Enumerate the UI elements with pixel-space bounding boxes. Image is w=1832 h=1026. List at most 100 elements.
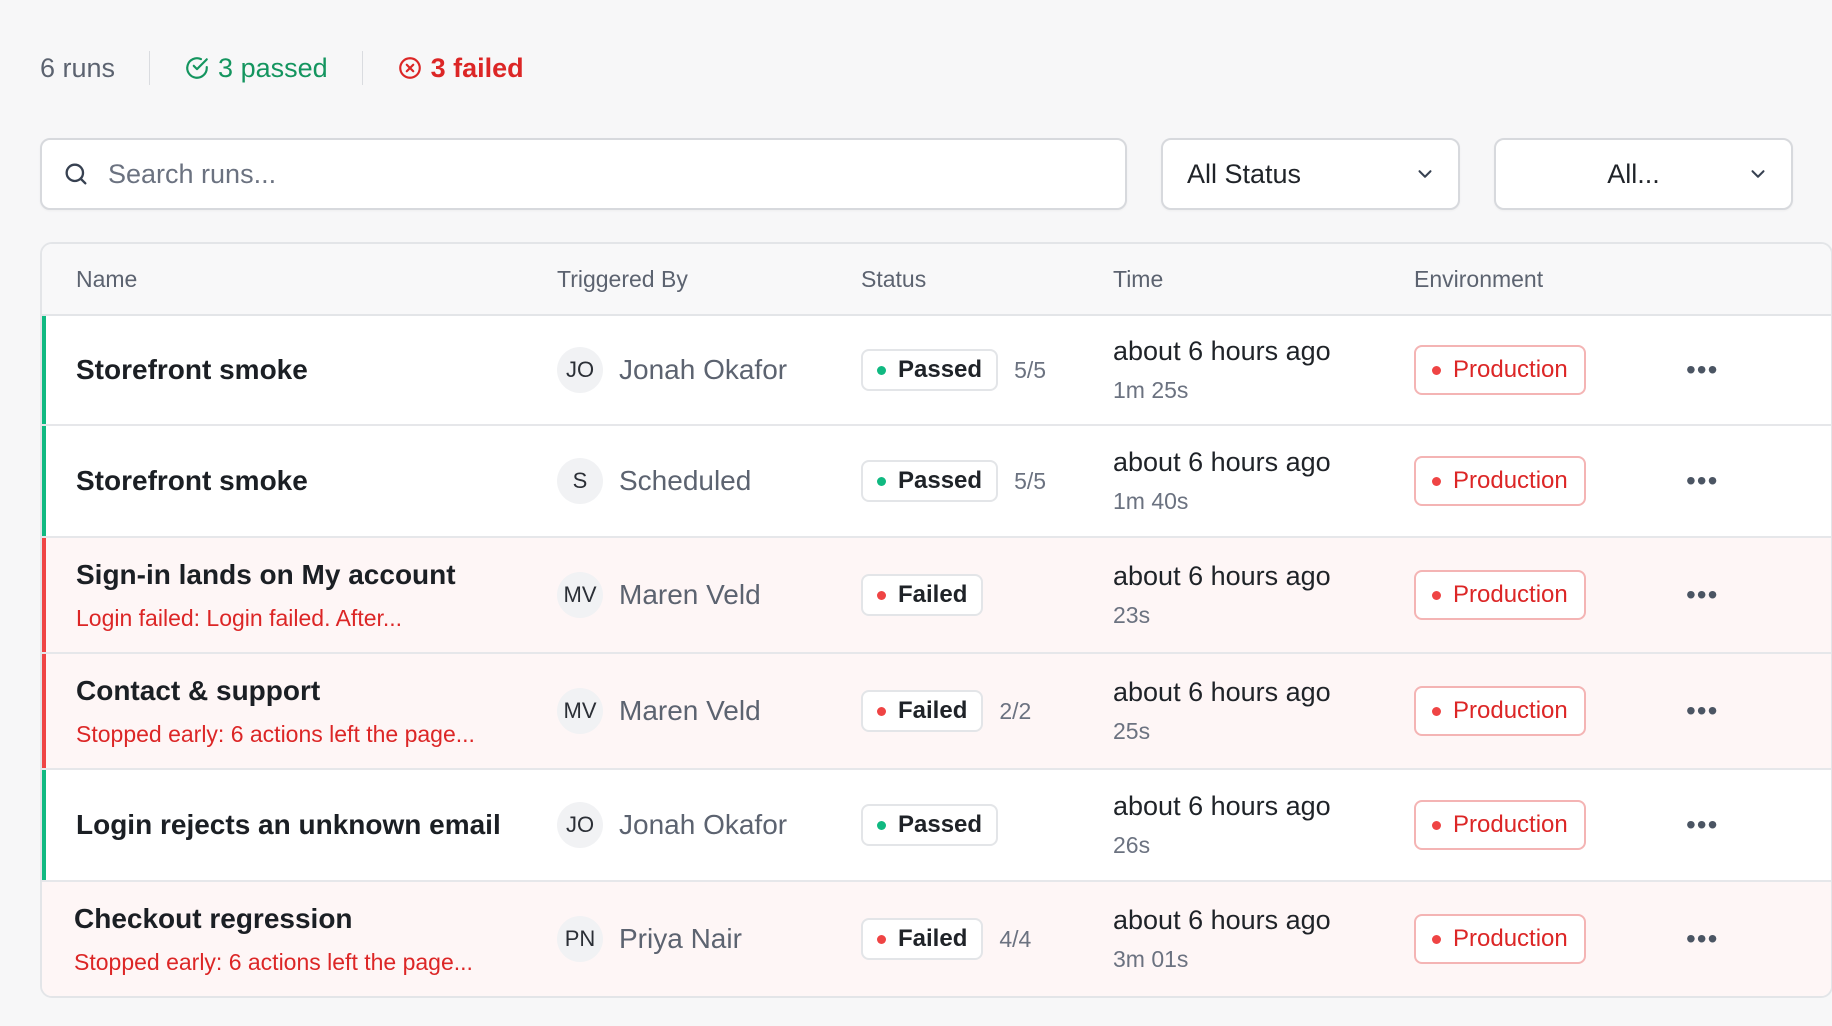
run-name[interactable]: Storefront smoke — [76, 354, 557, 386]
trigger-name: Jonah Okafor — [619, 809, 788, 840]
time-ago: about 6 hours ago — [1113, 791, 1331, 821]
failed-label: 3 failed — [430, 52, 524, 83]
status-bar — [42, 654, 46, 768]
time-cell: about 6 hours ago 25s — [1113, 677, 1414, 745]
time-cell: about 6 hours ago 1m 40s — [1113, 447, 1414, 515]
search-icon — [65, 163, 87, 185]
passed-label: 3 passed — [218, 52, 328, 83]
more-horizontal-icon[interactable]: ••• — [1686, 809, 1718, 841]
status-cell: Failed — [861, 574, 1113, 616]
environment-cell: Production — [1414, 345, 1674, 395]
status-label: Failed — [898, 581, 968, 608]
run-name[interactable]: Checkout regression — [74, 903, 557, 935]
status-bar — [42, 538, 46, 652]
run-name[interactable]: Storefront smoke — [76, 465, 557, 497]
search-input[interactable] — [108, 158, 1105, 190]
status-badge: Passed — [861, 349, 999, 391]
column-header-environment[interactable]: Environment — [1414, 266, 1674, 293]
chevron-down-icon — [1751, 170, 1765, 178]
environment-badge: Production — [1414, 570, 1586, 620]
environment-cell: Production — [1414, 456, 1674, 506]
column-header-name[interactable]: Name — [42, 266, 557, 293]
more-horizontal-icon[interactable]: ••• — [1686, 923, 1718, 955]
trigger-cell: PN Priya Nair — [557, 916, 861, 962]
trigger-name: Scheduled — [619, 465, 752, 496]
run-name[interactable]: Login rejects an unknown email — [76, 809, 557, 841]
environment-badge: Production — [1414, 456, 1586, 506]
table-header: Name Triggered By Status Time Environmen… — [42, 244, 1831, 316]
duration: 3m 01s — [1113, 946, 1189, 972]
duration: 1m 25s — [1113, 377, 1189, 403]
status-bar — [42, 882, 46, 996]
environment-badge: Production — [1414, 686, 1586, 736]
table-row[interactable]: Contact & support Stopped early: 6 actio… — [42, 654, 1831, 770]
trigger-cell: JO Jonah Okafor — [557, 802, 861, 848]
run-name[interactable]: Sign-in lands on My account — [76, 559, 557, 591]
column-header-time[interactable]: Time — [1113, 266, 1414, 293]
trigger-cell: JO Jonah Okafor — [557, 347, 861, 393]
run-name-cell: Login rejects an unknown email — [42, 809, 557, 841]
status-badge: Failed — [861, 690, 984, 732]
avatar: S — [557, 458, 603, 504]
time-ago: about 6 hours ago — [1113, 677, 1331, 707]
check-circle-icon — [186, 57, 208, 79]
runs-table: Name Triggered By Status Time Environmen… — [40, 242, 1832, 998]
environment-badge: Production — [1414, 800, 1586, 850]
run-name-cell: Storefront smoke — [42, 354, 557, 386]
avatar: JO — [557, 802, 603, 848]
time-ago: about 6 hours ago — [1113, 561, 1331, 591]
run-name[interactable]: Contact & support — [76, 675, 557, 707]
status-cell: Passed 5/5 — [861, 460, 1113, 502]
more-horizontal-icon[interactable]: ••• — [1686, 354, 1718, 386]
chevron-down-icon — [1418, 170, 1432, 178]
step-count: 5/5 — [1014, 356, 1047, 383]
search-box[interactable] — [40, 138, 1127, 210]
status-cell: Passed 5/5 — [861, 349, 1113, 391]
time-cell: about 6 hours ago 3m 01s — [1113, 905, 1414, 973]
environment-filter-select[interactable]: All... — [1494, 138, 1793, 210]
trigger-cell: MV Maren Veld — [557, 688, 861, 734]
column-header-status[interactable]: Status — [861, 266, 1113, 293]
environment-label: Production — [1453, 697, 1568, 724]
trigger-name: Maren Veld — [619, 695, 761, 726]
trigger-name: Jonah Okafor — [619, 354, 788, 385]
status-label: Failed — [898, 925, 968, 952]
passed-count: 3 passed — [150, 53, 362, 84]
status-cell: Failed 2/2 — [861, 690, 1113, 732]
table-row[interactable]: Storefront smoke JO Jonah Okafor Passed … — [42, 316, 1831, 426]
status-label: Passed — [898, 467, 983, 494]
more-horizontal-icon[interactable]: ••• — [1686, 695, 1718, 727]
status-filter-select[interactable]: All Status — [1161, 138, 1460, 210]
environment-filter-value: All... — [1607, 158, 1660, 189]
environment-badge: Production — [1414, 914, 1586, 964]
environment-cell: Production — [1414, 686, 1674, 736]
time-ago: about 6 hours ago — [1113, 905, 1331, 935]
status-cell: Passed — [861, 804, 1113, 846]
time-ago: about 6 hours ago — [1113, 447, 1331, 477]
time-cell: about 6 hours ago 23s — [1113, 561, 1414, 629]
status-badge: Failed — [861, 918, 984, 960]
environment-dot — [1432, 365, 1441, 375]
run-error-message: Stopped early: 6 actions left the page..… — [74, 948, 473, 975]
status-dot — [877, 590, 886, 600]
more-horizontal-icon[interactable]: ••• — [1686, 465, 1718, 497]
status-bar — [42, 316, 46, 424]
run-name-cell: Storefront smoke — [42, 465, 557, 497]
environment-label: Production — [1453, 925, 1568, 952]
trigger-cell: S Scheduled — [557, 458, 861, 504]
more-horizontal-icon[interactable]: ••• — [1686, 579, 1718, 611]
status-badge: Passed — [861, 804, 999, 846]
avatar: MV — [557, 572, 603, 618]
status-badge: Passed — [861, 460, 999, 502]
step-count: 2/2 — [999, 697, 1032, 724]
table-row[interactable]: Sign-in lands on My account Login failed… — [42, 538, 1831, 654]
environment-label: Production — [1453, 467, 1568, 494]
table-row[interactable]: Checkout regression Stopped early: 6 act… — [42, 882, 1831, 996]
table-row[interactable]: Login rejects an unknown email JO Jonah … — [42, 770, 1831, 882]
column-header-triggered-by[interactable]: Triggered By — [557, 266, 861, 293]
step-count: 5/5 — [1014, 467, 1047, 494]
status-badge: Failed — [861, 574, 984, 616]
duration: 23s — [1113, 602, 1151, 628]
table-row[interactable]: Storefront smoke S Scheduled Passed 5/5 … — [42, 426, 1831, 538]
trigger-cell: MV Maren Veld — [557, 572, 861, 618]
